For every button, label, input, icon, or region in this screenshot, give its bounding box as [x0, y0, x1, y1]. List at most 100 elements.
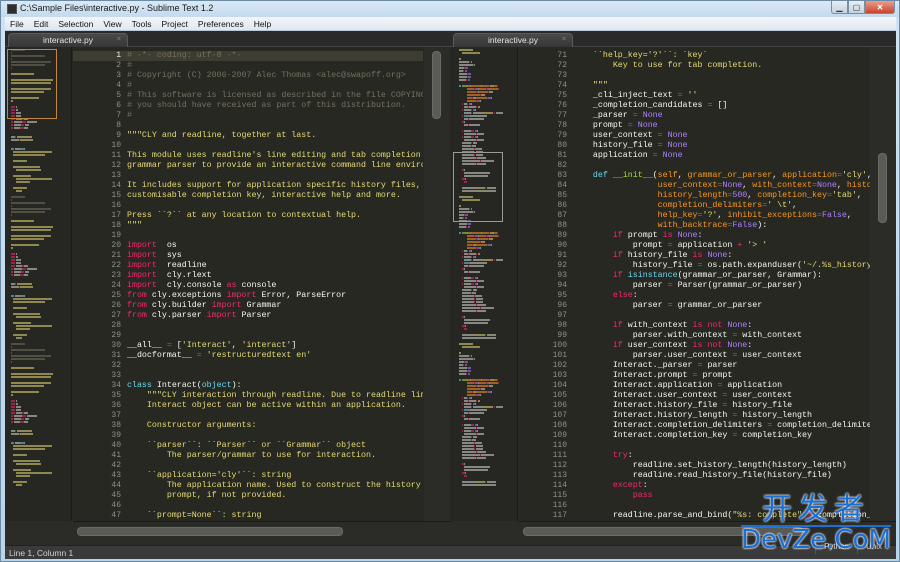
minimap-line: [457, 433, 517, 435]
maximize-button[interactable]: ▢: [848, 1, 865, 14]
line-number: 3: [116, 71, 121, 80]
minimap-line: [457, 52, 517, 54]
minimize-button[interactable]: ▁: [831, 1, 848, 14]
code-token: help_key: [573, 211, 698, 220]
syntax-selector[interactable]: Python: [815, 540, 857, 554]
scrollbar-thumb[interactable]: [878, 153, 887, 223]
code-token: class: [127, 381, 152, 390]
code-token: Interact.history_length: [573, 411, 733, 420]
tab-close-icon[interactable]: ×: [117, 36, 121, 43]
code-line: Interact._parser = parser: [573, 361, 873, 371]
minimap-line: [457, 484, 517, 486]
minimap-line: [457, 100, 517, 102]
left-minimap[interactable]: [5, 47, 72, 521]
tab-close-icon[interactable]: ×: [562, 36, 566, 43]
minimap-line: [457, 121, 517, 123]
minimap-line: [11, 145, 71, 147]
line-number: 103: [552, 371, 567, 380]
minimap-line: [457, 226, 517, 228]
minimap-line: [11, 340, 71, 342]
minimap-line: [11, 346, 71, 348]
code-token: __docformat__: [127, 351, 197, 360]
line-number: 108: [552, 421, 567, 430]
minimap-line: [11, 487, 71, 489]
scrollbar-thumb[interactable]: [432, 51, 441, 119]
menu-project[interactable]: Project: [156, 17, 192, 31]
menu-preferences[interactable]: Preferences: [193, 17, 249, 31]
code-line: Interact.user_context = user_context: [573, 391, 873, 401]
menu-edit[interactable]: Edit: [29, 17, 54, 31]
menu-file[interactable]: File: [5, 17, 29, 31]
minimap-line: [457, 406, 517, 408]
minimap-line: [11, 481, 71, 483]
line-number: 97: [557, 311, 567, 320]
code-token: is: [692, 251, 703, 260]
code-line: # Copyright (C) 2006-2007 Alec Thomas <a…: [127, 71, 423, 81]
code-token: _parser: [573, 111, 633, 120]
line-number: 88: [557, 221, 567, 230]
minimap-line: [457, 298, 517, 300]
close-button[interactable]: ✕: [865, 1, 895, 14]
minimap-line: [457, 115, 517, 117]
line-number: 95: [557, 291, 567, 300]
code-line: Interact.application = application: [573, 381, 873, 391]
minimap-line: [11, 334, 71, 336]
minimap-line: [11, 298, 71, 300]
minimap-line: [11, 172, 71, 174]
code-token: Interact.history_file: [573, 401, 723, 410]
code-view[interactable]: ``help_key='?'``: `key` Key to use for t…: [573, 47, 873, 521]
scrollbar-thumb[interactable]: [77, 527, 343, 536]
line-number: 78: [557, 121, 567, 130]
code-token: [: [171, 341, 182, 350]
code-line: completion_delimiters=' \t',: [573, 201, 873, 211]
minimap-line: [11, 271, 71, 273]
minimap-line: [457, 139, 517, 141]
code-view[interactable]: # -*- coding: utf-8 -*- # # Copyright (C) …: [127, 47, 423, 521]
minimap-line: [457, 274, 517, 276]
code-line: prompt = None: [573, 121, 873, 131]
minimap-line: [457, 235, 517, 237]
minimap-line: [11, 451, 71, 453]
minimap-line: [457, 424, 517, 426]
minimap-viewport[interactable]: [7, 49, 57, 119]
code-token: ,: [742, 181, 753, 190]
vertical-scrollbar[interactable]: [424, 47, 450, 521]
line-number: 18: [111, 221, 121, 230]
horizontal-scrollbar[interactable]: [73, 521, 451, 545]
line-endings-selector[interactable]: Unix: [856, 540, 890, 554]
code-token: ,: [836, 181, 847, 190]
vertical-scrollbar[interactable]: [870, 47, 896, 521]
menu-help[interactable]: Help: [249, 17, 276, 31]
code-token: """: [127, 221, 142, 230]
menu-view[interactable]: View: [98, 17, 126, 31]
tab-interactive-py-right[interactable]: interactive.py ×: [453, 33, 573, 47]
menu-tools[interactable]: Tools: [127, 17, 157, 31]
code-token: completion_delimiters: [573, 201, 763, 210]
minimap-line: [11, 313, 71, 315]
minimap-line: [457, 469, 517, 471]
minimap-line: [11, 217, 71, 219]
right-minimap[interactable]: [451, 47, 518, 521]
minimap-line: [457, 130, 517, 132]
line-number: 44: [111, 481, 121, 490]
code-line: application = None: [573, 151, 873, 161]
code-token: Constructor arguments:: [127, 421, 257, 430]
minimap-line: [11, 208, 71, 210]
minimap-line: [11, 130, 71, 132]
menu-bar: File Edit Selection View Tools Project P…: [5, 17, 896, 31]
tab-interactive-py-left[interactable]: interactive.py ×: [8, 33, 128, 47]
scrollbar-thumb[interactable]: [523, 527, 803, 536]
minimap-line: [11, 409, 71, 411]
minimap-viewport[interactable]: [453, 152, 503, 222]
code-token: None: [702, 251, 728, 260]
minimap-line: [457, 112, 517, 114]
line-number: 34: [111, 381, 121, 390]
minimap-line: [457, 82, 517, 84]
code-token: None: [722, 321, 748, 330]
minimap-line: [457, 268, 517, 270]
code-token: Error, ParseError: [256, 291, 347, 300]
minimap-line: [11, 322, 71, 324]
line-number: 28: [111, 321, 121, 330]
menu-selection[interactable]: Selection: [53, 17, 98, 31]
